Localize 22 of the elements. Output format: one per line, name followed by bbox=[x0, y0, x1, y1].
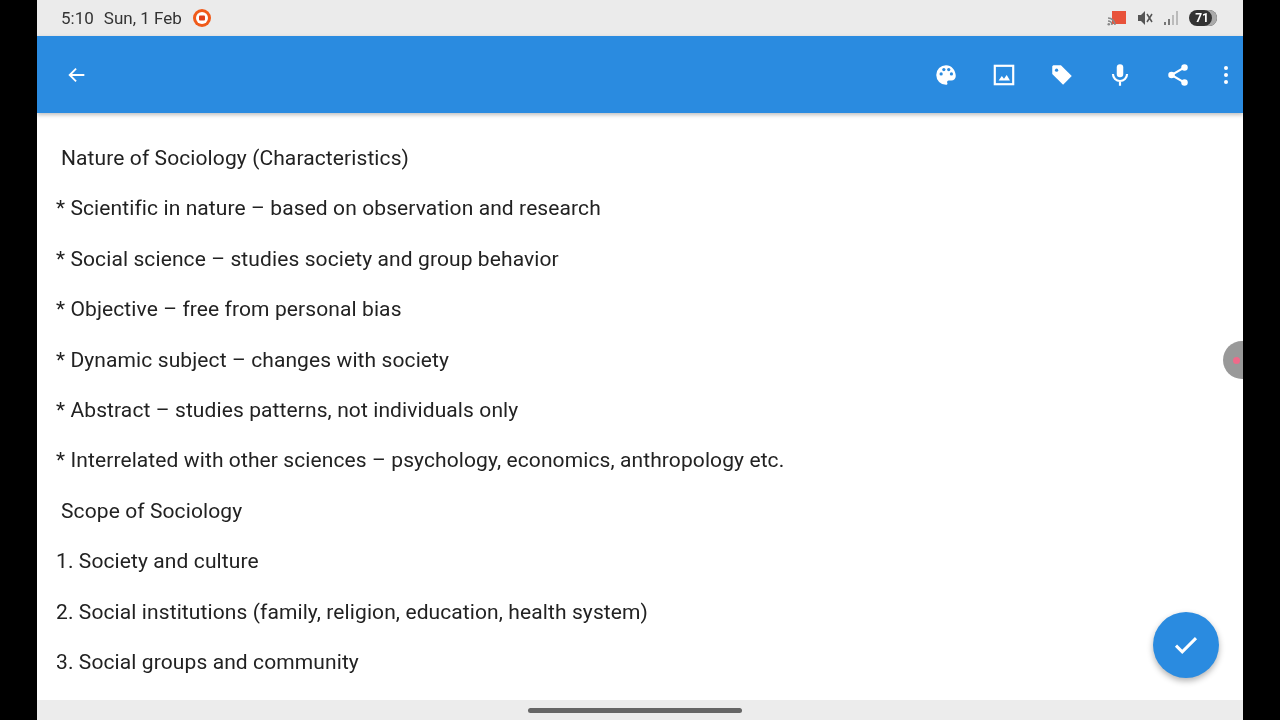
list-item: * Scientific in nature – based on observation and research bbox=[56, 195, 601, 223]
list-item: * Objective – free from personal bias bbox=[56, 296, 402, 324]
share-icon bbox=[1165, 61, 1191, 88]
list-item: * Social science – studies society and group behavior bbox=[56, 245, 559, 273]
clock: 5:10 bbox=[61, 8, 94, 28]
list-item: 1. Society and culture bbox=[56, 548, 259, 576]
cast-icon bbox=[1107, 10, 1128, 26]
more-icon bbox=[1223, 64, 1229, 85]
done-button[interactable] bbox=[1153, 612, 1219, 678]
mute-icon bbox=[1137, 10, 1154, 26]
list-item: * Dynamic subject – changes with society bbox=[56, 346, 450, 374]
list-item: * Interrelated with other sciences – psychology, economics, anthropology etc. bbox=[56, 447, 785, 475]
date: Sun, 1 Feb bbox=[103, 8, 182, 28]
app-notification-icon bbox=[191, 8, 212, 28]
battery-indicator: 71 bbox=[1189, 10, 1217, 26]
list-item: 3. Social groups and community bbox=[56, 648, 359, 676]
list-item: 2. Social institutions (family, religion, education, health system) bbox=[56, 598, 648, 626]
section-heading: Scope of Sociology bbox=[60, 497, 243, 525]
home-handle[interactable] bbox=[528, 707, 742, 713]
section-heading: Nature of Sociology (Characteristics) bbox=[60, 145, 409, 172]
signal-icon bbox=[1163, 10, 1180, 26]
list-item: * Abstract – studies patterns, not individuals only bbox=[56, 396, 519, 424]
